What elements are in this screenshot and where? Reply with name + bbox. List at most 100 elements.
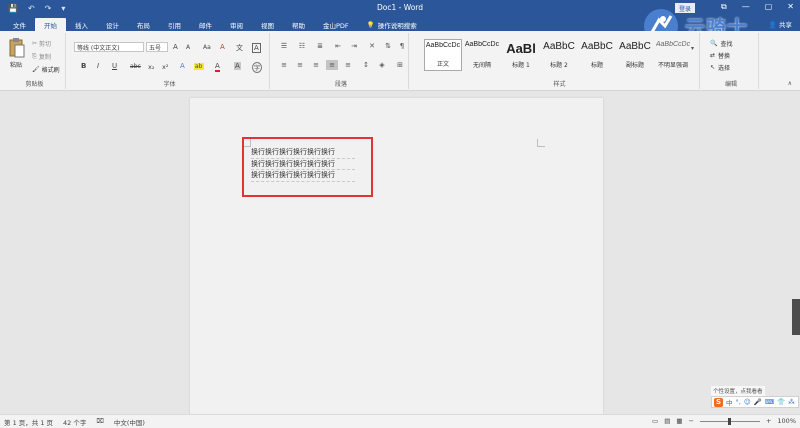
line-spacing-icon[interactable]: ↕ xyxy=(360,60,372,70)
keyboard-icon[interactable]: ⌨ xyxy=(765,398,774,406)
customize-qat-icon[interactable]: ▾ xyxy=(61,4,65,13)
ime-mode-toggle[interactable]: 中 xyxy=(726,397,733,407)
tab-design[interactable]: 设计 xyxy=(97,18,128,31)
redo-icon[interactable]: ↷ xyxy=(45,4,52,13)
shading-icon[interactable]: ◈ xyxy=(376,60,388,70)
text-line[interactable]: 换行换行换行换行换行换行 xyxy=(251,147,355,159)
vertical-scrollbar-thumb[interactable] xyxy=(792,299,800,335)
tab-home[interactable]: 开始 xyxy=(35,18,66,31)
tools-icon[interactable]: ⁂ xyxy=(788,398,795,406)
text-line[interactable]: 换行换行换行换行换行换行 xyxy=(251,159,355,170)
skin-icon[interactable]: 👕 xyxy=(777,398,785,406)
read-mode-icon[interactable]: ▭ xyxy=(652,417,658,425)
word-count[interactable]: 42 个字 xyxy=(63,417,86,427)
grow-font-button[interactable]: A xyxy=(173,43,178,51)
punctuation-toggle[interactable]: °, xyxy=(736,398,741,406)
tab-help[interactable]: 帮助 xyxy=(283,18,314,31)
document-area[interactable] xyxy=(0,92,800,414)
multilevel-list-icon[interactable]: ≣ xyxy=(314,41,326,51)
tab-wps-pdf[interactable]: 金山PDF xyxy=(314,18,358,31)
tab-mailings[interactable]: 邮件 xyxy=(190,18,221,31)
format-painter-button[interactable]: 🖌 格式刷 xyxy=(32,65,60,74)
bullets-icon[interactable]: ☰ xyxy=(278,41,290,51)
change-case-button[interactable]: Aa xyxy=(203,44,211,51)
style-subtitle[interactable]: AaBbC 副标题 xyxy=(616,39,654,71)
style-no-spacing[interactable]: AaBbCcDc 无间隔 xyxy=(463,39,501,71)
zoom-level[interactable]: 100% xyxy=(777,417,796,425)
web-layout-icon[interactable]: ▦ xyxy=(676,417,682,425)
show-marks-icon[interactable]: ¶ xyxy=(396,41,408,51)
clear-formatting-button[interactable]: A xyxy=(220,43,225,51)
sogou-logo-icon[interactable]: S xyxy=(714,397,723,407)
cut-button[interactable]: ✂ 剪切 xyxy=(32,39,51,48)
tell-me-search[interactable]: 💡 操作说明搜索 xyxy=(358,18,426,31)
paste-button[interactable]: 粘贴 xyxy=(10,60,22,69)
ribbon-display-icon[interactable]: ⧉ xyxy=(721,2,727,12)
shrink-font-button[interactable]: A xyxy=(186,44,190,51)
restore-icon[interactable]: ▢ xyxy=(765,2,773,12)
styles-more-icon[interactable]: ▾ xyxy=(691,45,694,52)
bold-button[interactable]: B xyxy=(81,62,86,70)
paste-icon[interactable] xyxy=(9,37,25,59)
microphone-icon[interactable]: 🎤 xyxy=(754,398,762,406)
zoom-in-button[interactable]: + xyxy=(766,417,771,425)
style-normal[interactable]: AaBbCcDc 正文 xyxy=(424,39,462,71)
zoom-slider[interactable] xyxy=(699,417,760,425)
select-button[interactable]: ↖ 选择 xyxy=(710,63,730,72)
tab-view[interactable]: 视图 xyxy=(252,18,283,31)
style-heading-1[interactable]: AaBl 标题 1 xyxy=(502,39,540,71)
replace-button[interactable]: ⇄ 替换 xyxy=(710,51,730,60)
zoom-out-button[interactable]: − xyxy=(689,417,694,425)
sort-icon[interactable]: ⇅ xyxy=(382,41,394,51)
tab-layout[interactable]: 布局 xyxy=(128,18,159,31)
login-button[interactable]: 登录 xyxy=(675,3,695,13)
emoji-icon[interactable]: ☺ xyxy=(744,398,751,406)
print-layout-icon[interactable]: ▤ xyxy=(664,417,670,425)
zoom-slider-handle[interactable] xyxy=(728,417,732,425)
page-count[interactable]: 第 1 页，共 1 页 xyxy=(4,417,53,427)
font-color-button[interactable]: A xyxy=(215,62,220,72)
language-indicator[interactable]: 中文(中国) xyxy=(114,417,145,427)
undo-icon[interactable]: ↶ xyxy=(28,4,35,13)
justify-icon[interactable]: ≡ xyxy=(326,60,338,70)
highlight-button[interactable]: ab xyxy=(194,63,204,70)
tab-insert[interactable]: 插入 xyxy=(66,18,97,31)
text-effects-button[interactable]: A xyxy=(180,62,185,70)
minimize-icon[interactable]: — xyxy=(742,2,750,12)
chinese-layout-icon[interactable]: ✕ xyxy=(366,41,378,51)
tab-file[interactable]: 文件 xyxy=(4,18,35,31)
enclose-characters-button[interactable]: 字 xyxy=(252,62,263,73)
tab-review[interactable]: 审阅 xyxy=(221,18,252,31)
increase-indent-icon[interactable]: ⇥ xyxy=(348,41,360,51)
character-border-button[interactable]: A xyxy=(252,43,261,53)
borders-icon[interactable]: ⊞ xyxy=(394,60,406,70)
style-heading-2[interactable]: AaBbC 标题 2 xyxy=(540,39,578,71)
font-size-select[interactable]: 五号 xyxy=(146,42,168,52)
strikethrough-button[interactable]: abc xyxy=(130,63,141,70)
text-line[interactable]: 换行换行换行换行换行换行 xyxy=(251,170,355,182)
italic-button[interactable]: I xyxy=(97,62,99,70)
save-icon[interactable]: 💾 xyxy=(8,4,18,13)
align-left-icon[interactable]: ≡ xyxy=(278,60,290,70)
style-title[interactable]: AaBbC 标题 xyxy=(578,39,616,71)
share-button[interactable]: 👤 共享 xyxy=(769,19,792,29)
copy-button[interactable]: ⎘ 复制 xyxy=(32,52,51,62)
close-icon[interactable]: ✕ xyxy=(787,2,794,12)
document-text[interactable]: 换行换行换行换行换行换行 换行换行换行换行换行换行 换行换行换行换行换行换行 xyxy=(251,147,355,182)
distributed-icon[interactable]: ≡ xyxy=(342,60,354,70)
find-button[interactable]: 🔍 查找 xyxy=(710,39,733,48)
collapse-ribbon-icon[interactable]: ∧ xyxy=(788,80,792,87)
style-subtle-emphasis[interactable]: AaBbCcDc 不明显强调 xyxy=(654,39,692,71)
phonetic-guide-button[interactable]: 文 xyxy=(236,43,243,53)
underline-button[interactable]: U xyxy=(112,62,117,70)
tab-references[interactable]: 引用 xyxy=(159,18,190,31)
superscript-button[interactable]: x² xyxy=(162,63,168,71)
subscript-button[interactable]: x₂ xyxy=(148,63,154,71)
align-right-icon[interactable]: ≡ xyxy=(310,60,322,70)
font-name-select[interactable]: 等线 (中文正文) xyxy=(74,42,144,52)
numbering-icon[interactable]: ☷ xyxy=(296,41,308,51)
decrease-indent-icon[interactable]: ⇤ xyxy=(332,41,344,51)
character-shading-button[interactable]: A xyxy=(234,62,241,70)
proofing-icon[interactable]: ⌧ xyxy=(96,417,104,427)
align-center-icon[interactable]: ≡ xyxy=(294,60,306,70)
